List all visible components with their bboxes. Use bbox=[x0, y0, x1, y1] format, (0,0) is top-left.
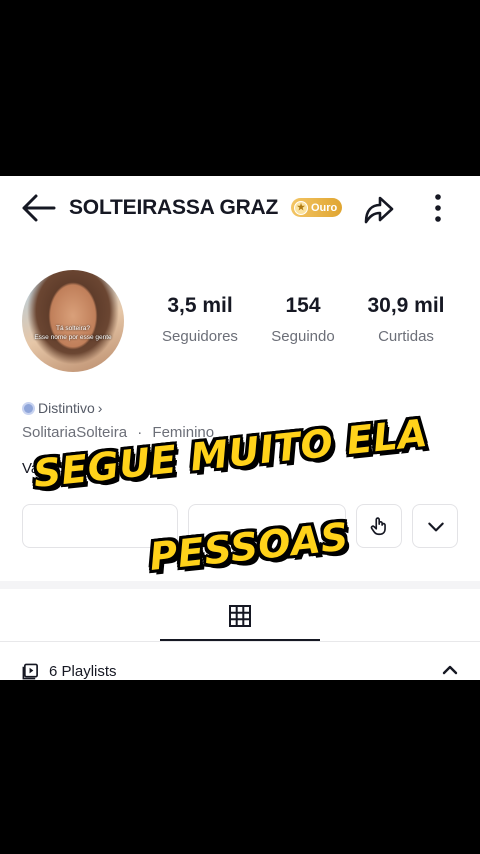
grid-icon bbox=[229, 605, 251, 627]
badge-label: Ouro bbox=[311, 201, 338, 214]
back-arrow-icon[interactable] bbox=[20, 192, 56, 224]
more-options-icon[interactable] bbox=[428, 192, 448, 224]
tap-hand-icon bbox=[370, 517, 386, 536]
chevron-up-icon[interactable] bbox=[440, 662, 460, 676]
stat-following[interactable]: 154 Seguindo bbox=[262, 294, 344, 345]
section-divider bbox=[0, 581, 480, 589]
gift-button[interactable] bbox=[356, 504, 402, 548]
distintivo-badge-icon bbox=[22, 401, 35, 415]
stat-likes[interactable]: 30,9 mil Curtidas bbox=[358, 294, 454, 345]
following-count: 154 bbox=[285, 294, 321, 317]
likes-label: Curtidas bbox=[378, 328, 434, 345]
followers-count: 3,5 mil bbox=[167, 294, 233, 317]
profile-header: SOLTEIRASSA GRAZ ★ Ouro bbox=[0, 176, 480, 240]
chevron-down-icon bbox=[428, 522, 444, 532]
tab-videos-grid[interactable] bbox=[160, 590, 320, 642]
likes-count: 30,9 mil bbox=[367, 294, 445, 317]
avatar-caption-line2: Esse nome por esse gente bbox=[34, 334, 112, 341]
distintivo-label: Distintivo bbox=[38, 400, 95, 416]
tab-divider bbox=[0, 641, 480, 642]
following-label: Seguindo bbox=[271, 328, 335, 345]
chevron-right-icon: › bbox=[97, 400, 103, 416]
distintivo-link[interactable]: Distintivo › bbox=[22, 400, 102, 416]
stat-followers[interactable]: 3,5 mil Seguidores bbox=[152, 294, 248, 345]
profile-title: SOLTEIRASSA GRAZ bbox=[69, 196, 279, 219]
username: SolitariaSolteira bbox=[22, 424, 128, 441]
separator-dot: · bbox=[137, 424, 143, 441]
avatar-caption-line1: Tá solteira? bbox=[56, 325, 90, 332]
followers-label: Seguidores bbox=[162, 328, 238, 345]
playlists-label: 6 Playlists bbox=[49, 663, 117, 680]
avatar[interactable]: Tá solteira? Esse nome por esse gente bbox=[22, 270, 124, 372]
more-dropdown-button[interactable] bbox=[412, 504, 458, 548]
gold-badge[interactable]: ★ Ouro bbox=[291, 198, 342, 217]
share-icon[interactable] bbox=[360, 192, 396, 226]
playlist-icon bbox=[22, 663, 38, 680]
playlists-section[interactable]: 6 Playlists bbox=[22, 663, 117, 680]
gold-medal-icon: ★ bbox=[294, 200, 308, 215]
